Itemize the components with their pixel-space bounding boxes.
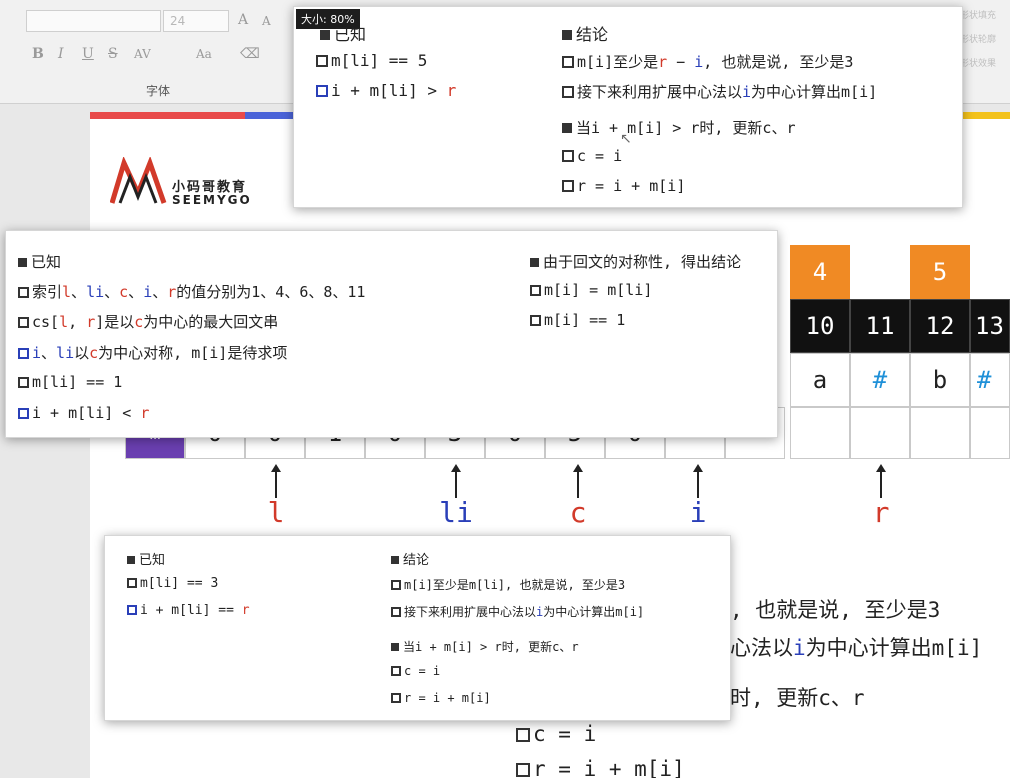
pointer-r: r [872, 496, 890, 529]
pointer-arrow [876, 464, 886, 498]
font-group-label: 字体 [146, 84, 171, 98]
card-known-line: m[li] == 3 [127, 576, 218, 591]
table-m-cell [850, 407, 910, 459]
color-stripe-red [90, 112, 245, 119]
table-m-cell [910, 407, 970, 459]
bold-button[interactable]: B [32, 46, 44, 62]
pointer-i: i [689, 496, 707, 529]
pointer-c: c [569, 496, 587, 529]
card-conclusion-line: m[i]至少是m[li], 也就是说, 至少是3 [391, 576, 625, 593]
card-known-line: m[li] == 1 [18, 373, 122, 391]
shape-fill-label[interactable]: 形状填充 [960, 8, 996, 21]
table-m-cell [790, 407, 850, 459]
pointer-li: li [439, 496, 473, 529]
card-conclusion-line: m[i] == 1 [530, 311, 625, 329]
card-conclusion-title: 结论 [562, 21, 608, 45]
color-stripe-yellow [960, 112, 1010, 119]
card-conclusion-line: r = i + m[i] [391, 691, 491, 705]
card-conclusion-line: m[i] = m[li] [530, 281, 652, 299]
card-conclusion-line: r = i + m[i] [562, 177, 685, 195]
card-known-title: 已知 [18, 251, 61, 272]
pointer-l: l [267, 496, 285, 529]
card-conclusion-line: c = i [562, 147, 622, 165]
slide-text-line: 心法以i为中心计算出m[i] [730, 636, 983, 660]
card-known-line: cs[l, r]是以c为中心的最大回文串 [18, 311, 278, 332]
shape-effect-label[interactable]: 形状效果 [960, 56, 996, 69]
card-known-line: i、li以c为中心对称, m[i]是待求项 [18, 342, 287, 363]
card-known-line: i + m[li] < r [18, 404, 149, 422]
card-conclusion-line: 当i + m[i] > r时, 更新c、r [562, 117, 796, 138]
change-case-button[interactable]: Aa [196, 47, 212, 61]
table-m-cell [970, 407, 1010, 459]
card-known-title: 已知 [127, 549, 165, 568]
card-known-line: 索引l、li、c、i、r的值分别为1、4、6、8、11 [18, 281, 365, 302]
card-conclusion-line: c = i [391, 664, 440, 678]
table-index-cell: 11 [850, 299, 910, 353]
table-top-number: 5 [910, 245, 970, 299]
card-conclusion-line: 接下来利用扩展中心法以i为中心计算出m[i] [391, 603, 644, 620]
card-known-title: 已知 [320, 21, 366, 45]
card-case-less[interactable]: 已知 索引l、li、c、i、r的值分别为1、4、6、8、11 cs[l, r]是… [5, 230, 778, 438]
card-conclusion-title: 由于回文的对称性, 得出结论 [530, 251, 741, 269]
shape-outline-label[interactable]: 形状轮廓 [960, 32, 996, 45]
logo-text-en: SEEMYGO [172, 193, 252, 207]
card-case-equal[interactable]: 已知 m[li] == 3 i + m[li] == r 结论 m[i]至少是m… [104, 535, 731, 721]
card-conclusion-title-clip: 由于回文的对称性, 得出结论 [530, 247, 774, 269]
strikethrough-button[interactable]: S [108, 46, 118, 62]
pointer-arrow [451, 464, 461, 498]
grow-font-button[interactable]: A [238, 12, 248, 28]
card-known-line: m[li] == 5 [316, 51, 427, 70]
slide-text-line: r = i + m[i] [516, 757, 685, 778]
table-index-cell: 12 [910, 299, 970, 353]
pointer-arrow [271, 464, 281, 498]
table-top-number: 4 [790, 245, 850, 299]
table-char-cell: # [970, 353, 1010, 407]
slide-text-line: 时, 更新c、r [730, 686, 865, 710]
table-index-cell: 13 [970, 299, 1010, 353]
card-conclusion-title: 结论 [391, 549, 429, 568]
pointer-arrow [573, 464, 583, 498]
shrink-font-button[interactable]: A [262, 14, 271, 28]
font-size-select[interactable]: 24 [163, 10, 229, 32]
slide-text-line: c = i [516, 722, 596, 746]
card-known-line: i + m[li] > r [316, 81, 456, 100]
slide-text-line: , 也就是说, 至少是3 [730, 598, 941, 622]
card-conclusion-line: 当i + m[i] > r时, 更新c、r [391, 638, 579, 655]
char-spacing-button[interactable]: AV [134, 47, 151, 61]
card-conclusion-line: m[i]至少是r − i, 也就是说, 至少是3 [562, 51, 853, 72]
table-char-cell: b [910, 353, 970, 407]
card-known-line: i + m[li] == r [127, 603, 250, 618]
clear-format-icon[interactable]: ⌫ [240, 46, 260, 62]
mouse-cursor-icon: ↖ [620, 131, 632, 147]
underline-button[interactable]: U [82, 46, 94, 62]
table-char-cell: # [850, 353, 910, 407]
card-conclusion-line: 接下来利用扩展中心法以i为中心计算出m[i] [562, 81, 877, 102]
table-index-cell: 10 [790, 299, 850, 353]
table-char-cell: a [790, 353, 850, 407]
italic-button[interactable]: I [58, 46, 64, 62]
pointer-arrow [693, 464, 703, 498]
font-name-select[interactable] [26, 10, 161, 32]
card-case-greater[interactable]: 大小: 80% 已知 m[li] == 5 i + m[li] > r 结论 m… [293, 6, 963, 208]
